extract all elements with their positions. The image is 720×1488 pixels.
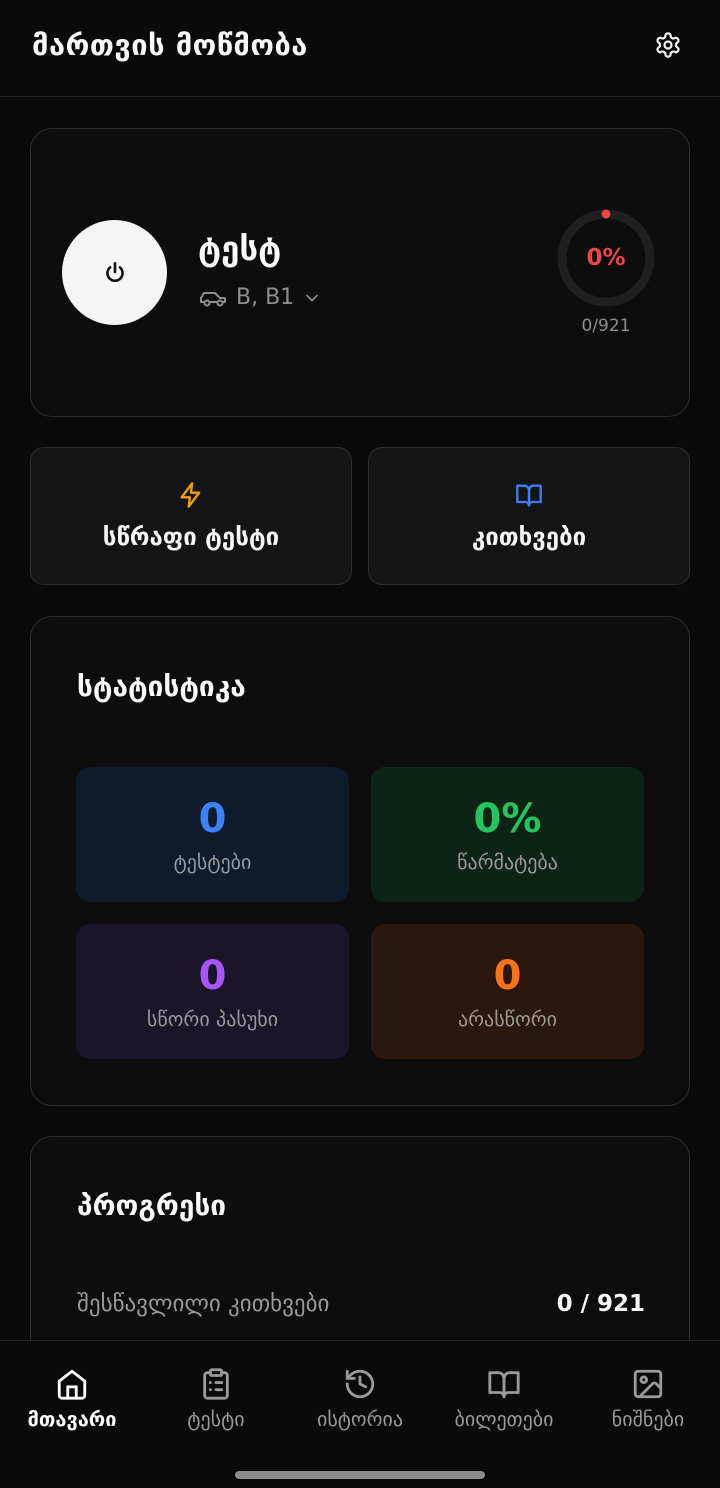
image-icon bbox=[633, 1369, 663, 1399]
stat-caption: ტესტები bbox=[173, 849, 252, 874]
progress-row-label: შესწავლილი კითხვები bbox=[77, 1291, 330, 1317]
stat-tile-incorrect: 0 არასწორი bbox=[371, 924, 644, 1059]
app-header: მართვის მოწმობა bbox=[0, 0, 720, 97]
lightning-icon bbox=[180, 482, 201, 508]
statistics-card: სტატისტიკა 0 ტესტები 0% წარმატება 0 სწორ… bbox=[30, 616, 690, 1106]
app-title: მართვის მოწმობა bbox=[32, 28, 308, 62]
home-icon bbox=[57, 1369, 87, 1400]
nav-item-history[interactable]: ისტორია bbox=[288, 1367, 432, 1431]
avatar[interactable] bbox=[62, 220, 167, 325]
profile-card: ტესტ B, B1 0% 0/921 bbox=[30, 128, 690, 417]
stat-caption: სწორი პასუხი bbox=[146, 1006, 279, 1031]
quick-test-button[interactable]: სწრაფი ტესტი bbox=[30, 447, 352, 585]
quick-test-label: სწრაფი ტესტი bbox=[102, 523, 280, 551]
stat-tile-tests: 0 ტესტები bbox=[76, 767, 349, 902]
stat-value: 0 bbox=[493, 952, 522, 999]
category-label: B, B1 bbox=[236, 285, 295, 310]
settings-button[interactable] bbox=[646, 23, 690, 67]
book-open-icon bbox=[488, 1371, 520, 1399]
gear-icon bbox=[656, 32, 680, 58]
bottom-nav: მთავარი ტესტი ისტორია ბილეთები ნიშნები bbox=[0, 1340, 720, 1488]
nav-label: ბილეთები bbox=[454, 1407, 554, 1431]
progress-ring: 0% bbox=[556, 208, 656, 308]
progress-row: შესწავლილი კითხვები 0 / 921 bbox=[77, 1291, 645, 1317]
nav-item-home[interactable]: მთავარი bbox=[0, 1367, 144, 1431]
power-icon bbox=[105, 261, 124, 282]
home-indicator bbox=[235, 1471, 485, 1479]
stat-value: 0 bbox=[198, 952, 227, 999]
progress-row-value: 0 / 921 bbox=[556, 1291, 645, 1317]
stat-tile-correct: 0 სწორი პასუხი bbox=[76, 924, 349, 1059]
chevron-down-icon bbox=[306, 294, 319, 301]
stat-value: 0% bbox=[473, 795, 542, 842]
statistics-title: სტატისტიკა bbox=[77, 670, 246, 703]
stat-tile-success: 0% წარმატება bbox=[371, 767, 644, 902]
nav-item-signs[interactable]: ნიშნები bbox=[576, 1367, 720, 1431]
nav-item-tickets[interactable]: ბილეთები bbox=[432, 1367, 576, 1431]
clipboard-list-icon bbox=[203, 1368, 229, 1400]
progress-percent: 0% bbox=[586, 245, 626, 271]
car-icon bbox=[200, 291, 226, 306]
nav-label: მთავარი bbox=[27, 1407, 117, 1431]
stat-caption: არასწორი bbox=[457, 1006, 558, 1031]
questions-button[interactable]: კითხვები bbox=[368, 447, 690, 585]
nav-label: ნიშნები bbox=[611, 1407, 685, 1431]
history-icon bbox=[345, 1369, 375, 1399]
profile-name: ტესტ bbox=[198, 229, 282, 268]
nav-item-test[interactable]: ტესტი bbox=[144, 1367, 288, 1431]
book-open-icon bbox=[516, 484, 542, 507]
nav-label: ტესტი bbox=[187, 1407, 245, 1431]
stat-value: 0 bbox=[198, 795, 227, 842]
home-screen: მართვის მოწმობა ტესტ B, B1 0% 0/921 სწრა… bbox=[0, 0, 720, 1488]
nav-label: ისტორია bbox=[316, 1407, 404, 1431]
category-selector[interactable]: B, B1 bbox=[198, 285, 322, 310]
progress-title: პროგრესი bbox=[77, 1189, 227, 1222]
progress-count: 0/921 bbox=[581, 316, 631, 336]
stat-caption: წარმატება bbox=[457, 849, 558, 874]
questions-label: კითხვები bbox=[471, 523, 587, 551]
